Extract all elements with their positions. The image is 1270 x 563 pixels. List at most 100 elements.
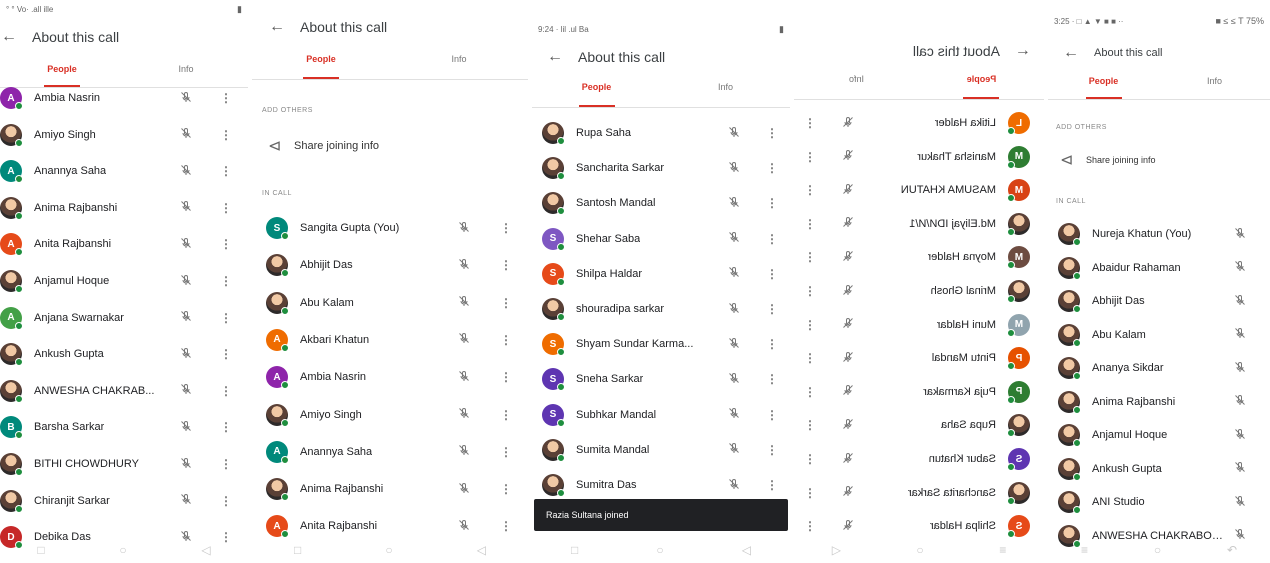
mic-off-icon[interactable]: [458, 482, 470, 497]
participant-row[interactable]: Chiranjit Sarkar ⋮: [0, 489, 248, 513]
participant-row[interactable]: A Anannya Saha ⋮: [252, 440, 528, 464]
more-vert-icon[interactable]: ⋮: [804, 318, 816, 332]
participant-row[interactable]: S Sangita Gupta (You) ⋮: [252, 216, 528, 240]
back-nav-icon[interactable]: ◁: [477, 543, 486, 557]
arrow-left-icon[interactable]: ←: [268, 18, 286, 36]
mic-off-icon[interactable]: [458, 519, 470, 534]
more-vert-icon[interactable]: ⋮: [804, 250, 816, 264]
more-vert-icon[interactable]: ⋮: [500, 408, 512, 422]
mic-off-icon[interactable]: [180, 164, 192, 179]
tab-info[interactable]: Info: [1159, 76, 1270, 99]
more-vert-icon[interactable]: ⋮: [500, 445, 512, 459]
participant-row[interactable]: Rupa Saha ⋮: [532, 121, 790, 145]
mic-off-icon[interactable]: [1234, 461, 1246, 476]
participant-row[interactable]: Ankush Gupta: [1048, 457, 1270, 481]
more-vert-icon[interactable]: ⋮: [804, 183, 816, 197]
more-vert-icon[interactable]: ⋮: [220, 237, 232, 251]
mic-off-icon[interactable]: [180, 237, 192, 252]
participant-row[interactable]: Md.Eliyaj IDИ/И/1 ⋮: [794, 212, 1044, 236]
mic-off-icon[interactable]: [180, 127, 192, 142]
mic-off-icon[interactable]: [842, 284, 854, 299]
recents-icon[interactable]: □: [294, 543, 301, 557]
home-icon[interactable]: ○: [916, 543, 923, 557]
mic-off-icon[interactable]: [180, 420, 192, 435]
share-joining-info-button[interactable]: ⊲ Share joining info: [1060, 150, 1156, 170]
more-vert-icon[interactable]: ⋮: [804, 217, 816, 231]
tab-people[interactable]: People: [0, 64, 124, 87]
arrow-left-icon[interactable]: ←: [546, 48, 564, 66]
more-vert-icon[interactable]: ⋮: [804, 116, 816, 130]
mic-off-icon[interactable]: [842, 183, 854, 198]
tab-info[interactable]: Info: [390, 54, 528, 79]
mic-off-icon[interactable]: [1234, 361, 1246, 376]
participant-row[interactable]: M MASUMA KHATUN ⋮: [794, 178, 1044, 202]
participant-row[interactable]: S Shilpa Haldar ⋮: [794, 514, 1044, 538]
arrow-left-icon[interactable]: ←: [1062, 44, 1080, 62]
mic-off-icon[interactable]: [842, 116, 854, 131]
mic-off-icon[interactable]: [842, 519, 854, 534]
mic-off-icon[interactable]: [458, 332, 470, 347]
arrow-left-icon[interactable]: ←: [1014, 42, 1032, 60]
more-vert-icon[interactable]: ⋮: [804, 486, 816, 500]
more-vert-icon[interactable]: ⋮: [220, 494, 232, 508]
mic-off-icon[interactable]: [180, 457, 192, 472]
mic-off-icon[interactable]: [728, 442, 740, 457]
menu-nav-icon[interactable]: ≡: [999, 543, 1006, 557]
back-nav-icon[interactable]: ◁: [201, 543, 210, 557]
more-vert-icon[interactable]: ⋮: [500, 333, 512, 347]
mic-off-icon[interactable]: [458, 444, 470, 459]
participant-row[interactable]: A Anita Rajbanshi ⋮: [0, 232, 248, 257]
mic-off-icon[interactable]: [1234, 260, 1246, 275]
more-vert-icon[interactable]: ⋮: [220, 347, 232, 361]
more-vert-icon[interactable]: ⋮: [766, 126, 778, 140]
home-icon[interactable]: ○: [119, 543, 126, 557]
home-icon[interactable]: ○: [656, 543, 663, 557]
participant-row[interactable]: Anima Rajbanshi ⋮: [0, 196, 248, 220]
tab-people[interactable]: People: [919, 74, 1044, 99]
more-vert-icon[interactable]: ⋮: [220, 384, 232, 398]
mic-off-icon[interactable]: [180, 310, 192, 325]
mic-off-icon[interactable]: [842, 351, 854, 366]
participant-row[interactable]: Abaidur Rahaman: [1048, 256, 1270, 280]
more-vert-icon[interactable]: ⋮: [766, 196, 778, 210]
more-vert-icon[interactable]: ⋮: [220, 420, 232, 434]
mic-off-icon[interactable]: [728, 478, 740, 493]
mic-off-icon[interactable]: [842, 317, 854, 332]
participant-row[interactable]: S Sneha Sarkar ⋮: [532, 367, 790, 392]
participant-row[interactable]: Rupa Saha ⋮: [794, 413, 1044, 437]
mic-off-icon[interactable]: [1234, 227, 1246, 242]
mic-off-icon[interactable]: [728, 302, 740, 317]
participant-row[interactable]: Anima Rajbanshi ⋮: [252, 477, 528, 502]
participant-row[interactable]: Abhijit Das ⋮: [252, 253, 528, 278]
more-vert-icon[interactable]: ⋮: [500, 482, 512, 496]
mic-off-icon[interactable]: [458, 221, 470, 236]
more-vert-icon[interactable]: ⋮: [766, 337, 778, 351]
back-nav-icon[interactable]: ↶: [1227, 543, 1237, 557]
more-vert-icon[interactable]: ⋮: [766, 478, 778, 492]
participant-row[interactable]: S Shehar Saba ⋮: [532, 227, 790, 251]
mic-off-icon[interactable]: [1234, 495, 1246, 510]
participant-row[interactable]: M Manisha Thakur ⋮: [794, 145, 1044, 169]
mic-off-icon[interactable]: [1234, 294, 1246, 309]
more-vert-icon[interactable]: ⋮: [766, 408, 778, 422]
mic-off-icon[interactable]: [728, 407, 740, 422]
participant-row[interactable]: Nureja Khatun (You): [1048, 222, 1270, 246]
more-vert-icon[interactable]: ⋮: [766, 161, 778, 175]
mic-off-icon[interactable]: [180, 91, 192, 106]
participant-row[interactable]: S Subhkar Mandal ⋮: [532, 403, 790, 427]
mic-off-icon[interactable]: [1234, 327, 1246, 342]
mic-off-icon[interactable]: [842, 485, 854, 500]
participant-row[interactable]: BITHI CHOWDHURY ⋮: [0, 452, 248, 476]
more-vert-icon[interactable]: ⋮: [766, 302, 778, 316]
participant-row[interactable]: M Muni Haldar ⋮: [794, 313, 1044, 337]
participant-row[interactable]: shouradipa sarkar ⋮: [532, 297, 790, 321]
participant-row[interactable]: A Anannya Saha ⋮: [0, 159, 248, 184]
mic-off-icon[interactable]: [458, 370, 470, 385]
more-vert-icon[interactable]: ⋮: [500, 519, 512, 533]
participant-row[interactable]: Mrinal Ghosh ⋮: [794, 279, 1044, 303]
mic-off-icon[interactable]: [842, 250, 854, 265]
home-icon[interactable]: ○: [385, 543, 392, 557]
participant-row[interactable]: Anima Rajbanshi: [1048, 390, 1270, 414]
more-vert-icon[interactable]: ⋮: [766, 443, 778, 457]
mic-off-icon[interactable]: [458, 258, 470, 273]
